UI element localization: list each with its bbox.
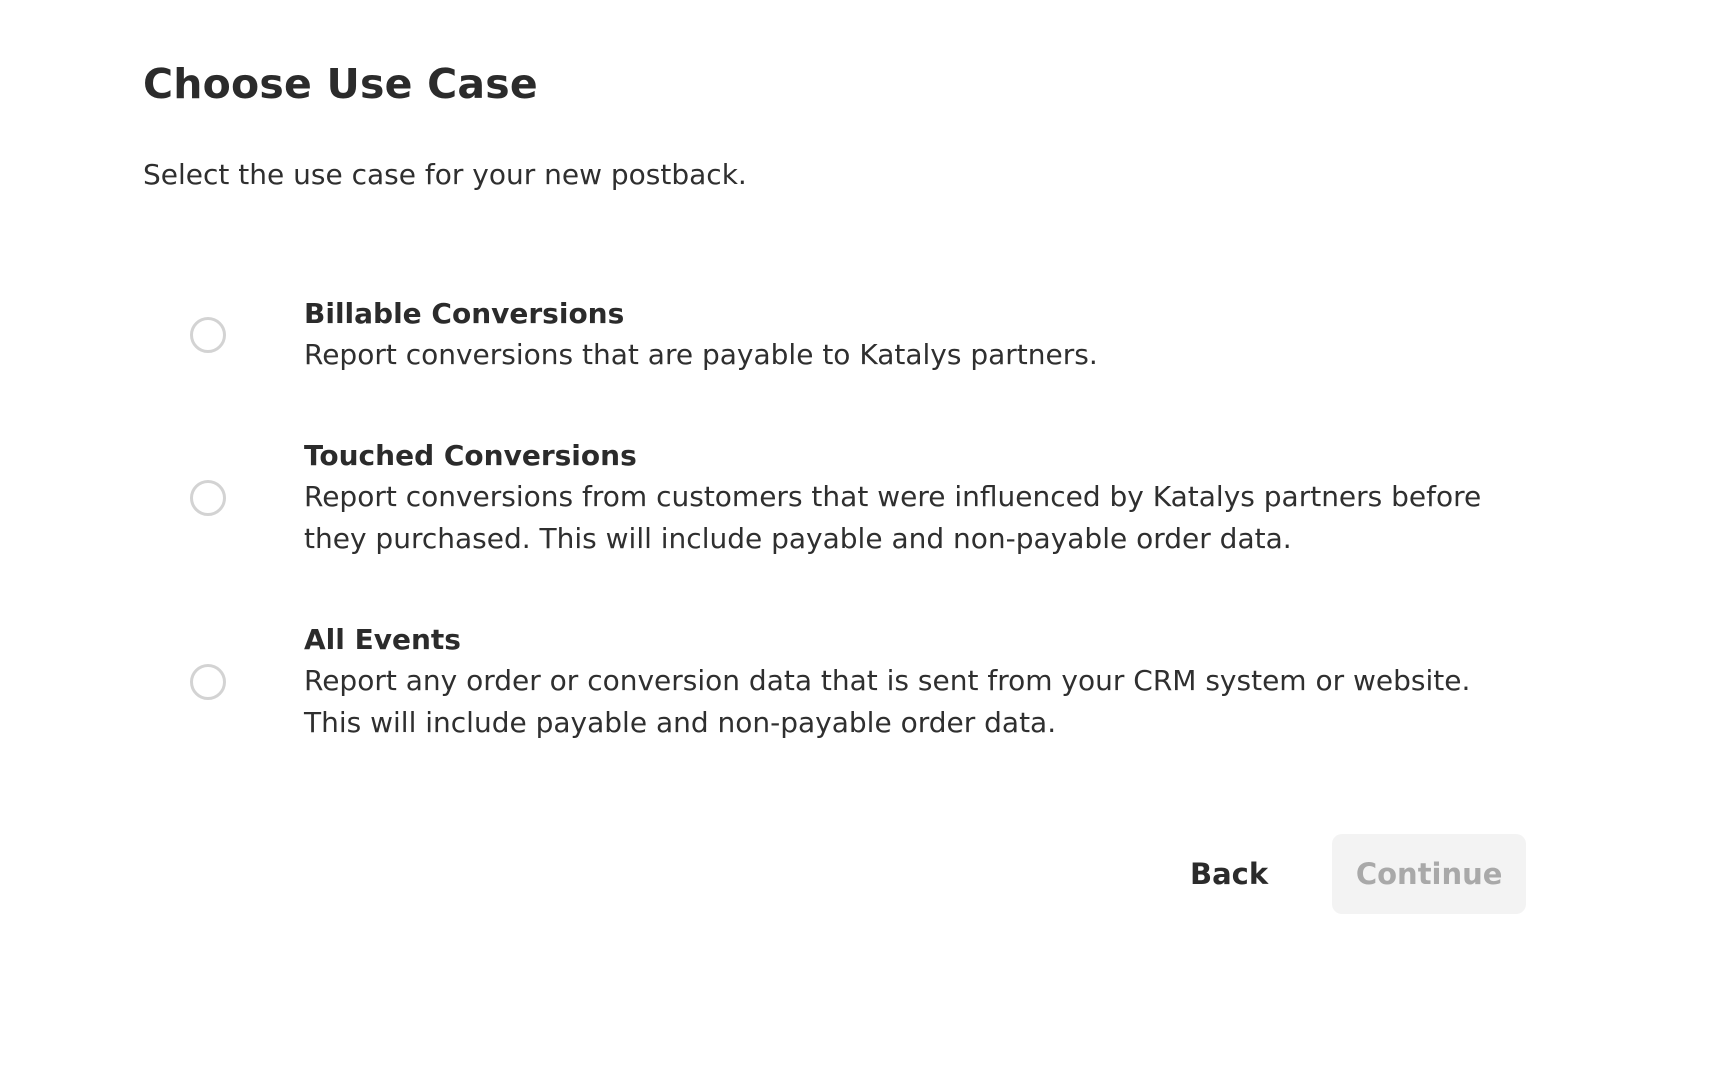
radio-button-touched-conversions[interactable] (190, 480, 226, 516)
option-title: Billable Conversions (304, 297, 625, 330)
option-description: Report conversions that are payable to K… (304, 338, 1098, 371)
radio-button-all-events[interactable] (190, 664, 226, 700)
page-subtitle: Select the use case for your new postbac… (143, 158, 747, 191)
option-touched-conversions[interactable]: Touched Conversions Report conversions f… (190, 436, 1530, 560)
option-description: Report conversions from customers that w… (304, 480, 1482, 555)
option-text: Billable Conversions Report conversions … (304, 294, 1530, 376)
option-text: All Events Report any order or conversio… (304, 620, 1530, 744)
option-all-events[interactable]: All Events Report any order or conversio… (190, 620, 1530, 744)
option-title: Touched Conversions (304, 439, 637, 472)
continue-button[interactable]: Continue (1332, 834, 1527, 914)
option-title: All Events (304, 623, 461, 656)
action-bar: Back Continue (1150, 834, 1527, 914)
option-description: Report any order or conversion data that… (304, 664, 1471, 739)
page-title: Choose Use Case (143, 60, 538, 108)
choose-use-case-page: Choose Use Case Select the use case for … (0, 0, 1734, 1076)
back-button[interactable]: Back (1150, 834, 1308, 914)
option-text: Touched Conversions Report conversions f… (304, 436, 1530, 560)
option-billable-conversions[interactable]: Billable Conversions Report conversions … (190, 294, 1530, 376)
use-case-options: Billable Conversions Report conversions … (190, 294, 1530, 744)
radio-button-billable-conversions[interactable] (190, 317, 226, 353)
